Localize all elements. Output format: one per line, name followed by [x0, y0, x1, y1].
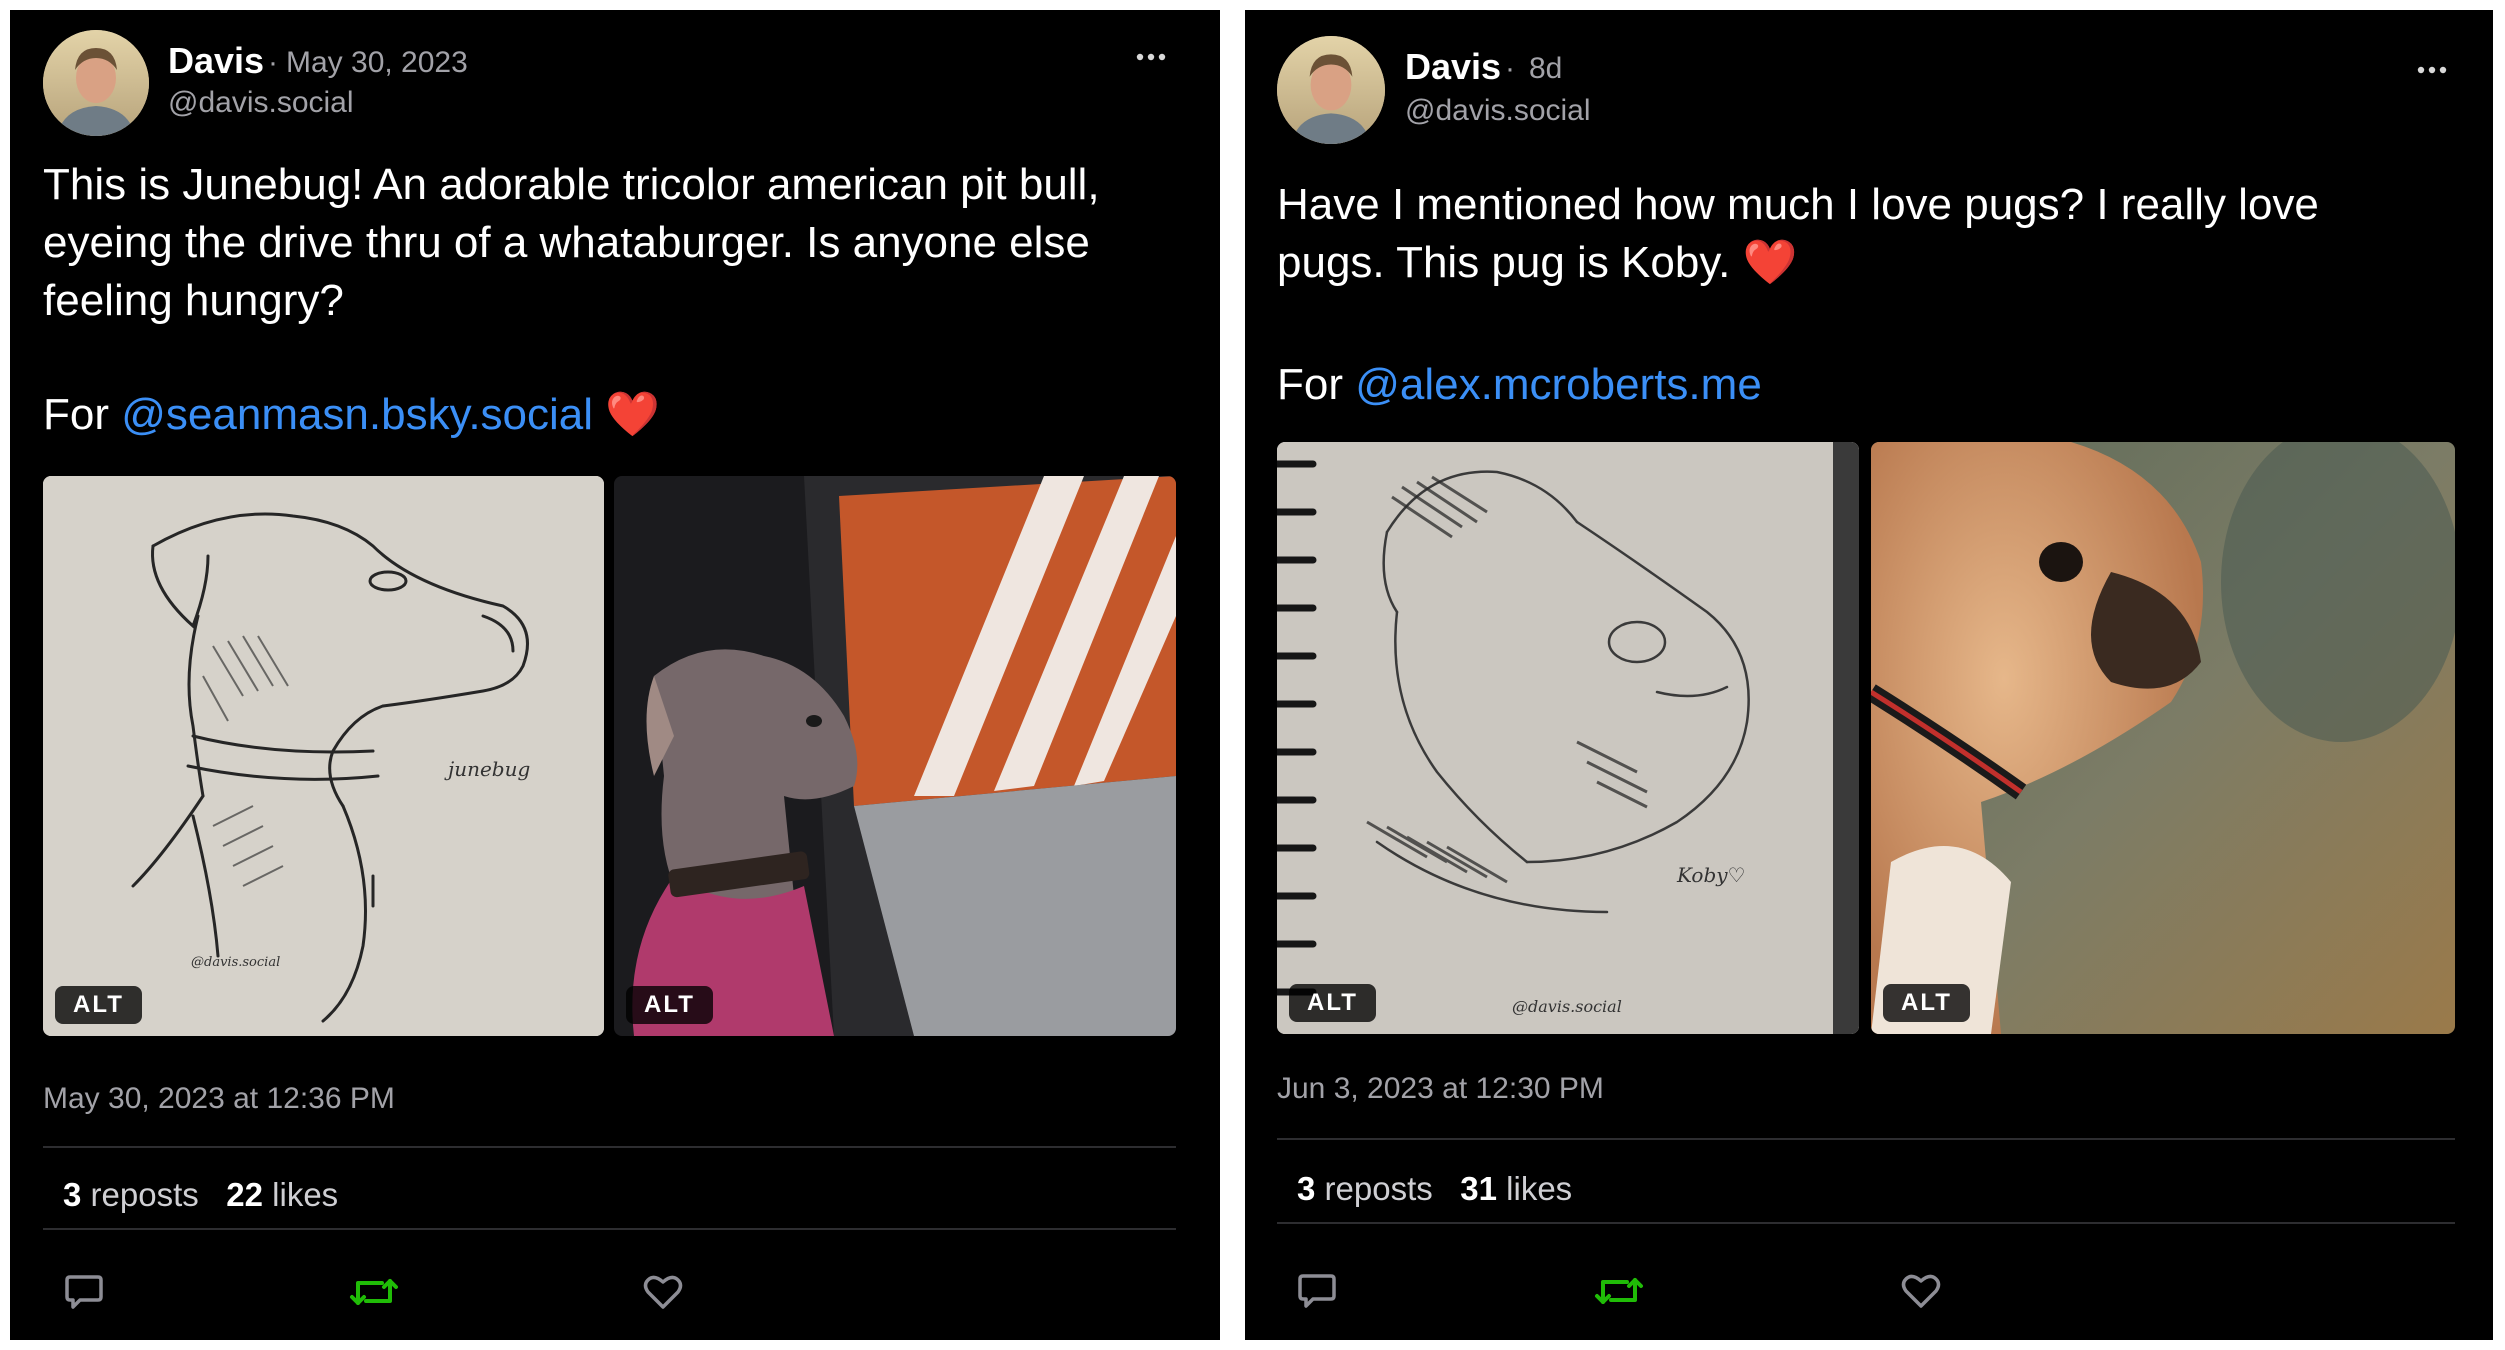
author-name[interactable]: Davis [168, 40, 264, 82]
divider [1277, 1222, 2455, 1224]
repost-button[interactable] [1593, 1272, 1645, 1310]
pitbull-sketch-drawing: junebug @davis.social [43, 476, 604, 1036]
reply-button[interactable] [1297, 1272, 1337, 1310]
pitbull-car-photo [614, 476, 1176, 1036]
sketch-caption: Koby♡ [1676, 863, 1745, 887]
divider [1277, 1138, 2455, 1140]
dedication-line: For @alex.mcroberts.me [1277, 356, 1762, 414]
sketch-caption: junebug [444, 757, 530, 781]
avatar-photo [1277, 36, 1385, 144]
post-text-line: This is Junebug! An adorable tricolor am… [43, 160, 1100, 209]
post-timestamp[interactable]: Jun 3, 2023 at 12:30 PM [1277, 1072, 1604, 1106]
author-handle[interactable]: @davis.social [1405, 94, 1591, 128]
repost-arrows-icon [350, 1279, 398, 1305]
reply-button[interactable] [64, 1273, 104, 1311]
sketch-signature: @davis.social [1512, 997, 1622, 1016]
post-date-short[interactable]: 8d [1529, 52, 1562, 86]
engagement-stats: 3 reposts 22 likes [63, 1176, 338, 1214]
reposts-label[interactable]: reposts [91, 1176, 199, 1213]
for-label: For [43, 390, 109, 439]
post-date-short[interactable]: May 30, 2023 [286, 46, 468, 80]
post-text-line: Have I mentioned how much I love pugs? I… [1277, 180, 2319, 229]
author-avatar[interactable] [1277, 36, 1385, 144]
name-separator: · [1505, 52, 1515, 85]
ellipsis-icon [2417, 66, 2447, 74]
post-text-line: pugs. This pug is Koby. [1277, 238, 1731, 287]
name-separator: · [268, 46, 278, 79]
like-button[interactable] [1900, 1272, 1942, 1310]
author-name[interactable]: Davis [1405, 46, 1501, 88]
more-options-button[interactable] [1136, 52, 1166, 62]
alt-badge[interactable]: ALT [1289, 984, 1376, 1022]
like-button[interactable] [642, 1273, 684, 1311]
heart-outline-icon [1901, 1274, 1941, 1308]
post-text-line: feeling hungry? [43, 276, 344, 325]
post-image-sketch[interactable]: Koby♡ @davis.social ALT [1277, 442, 1859, 1034]
post-card[interactable]: Davis · 8d @davis.social Have I mentione… [1245, 10, 2493, 1340]
mention-link[interactable]: @seanmasn.bsky.social [121, 390, 593, 439]
post-image-sketch[interactable]: junebug @davis.social ALT [43, 476, 604, 1036]
dedication-line: For @seanmasn.bsky.social ❤️ [43, 386, 660, 444]
mention-link[interactable]: @alex.mcroberts.me [1355, 360, 1762, 409]
reposts-count[interactable]: 3 [1297, 1170, 1315, 1207]
post-text: Have I mentioned how much I love pugs? I… [1277, 176, 2319, 292]
reposts-count[interactable]: 3 [63, 1176, 81, 1213]
reposts-label[interactable]: reposts [1325, 1170, 1433, 1207]
heart-emoji: ❤️ [605, 390, 661, 439]
engagement-stats: 3 reposts 31 likes [1297, 1170, 1572, 1208]
alt-badge[interactable]: ALT [1883, 984, 1970, 1022]
alt-badge[interactable]: ALT [626, 986, 713, 1024]
post-image-photo[interactable]: ALT [614, 476, 1176, 1036]
post-text: This is Junebug! An adorable tricolor am… [43, 156, 1100, 330]
heart-outline-icon [643, 1275, 683, 1309]
likes-label[interactable]: likes [272, 1176, 338, 1213]
pug-sketch-drawing: Koby♡ @davis.social [1277, 442, 1859, 1034]
author-avatar[interactable] [43, 30, 149, 136]
author-handle[interactable]: @davis.social [168, 86, 354, 120]
likes-count[interactable]: 22 [226, 1176, 263, 1213]
likes-count[interactable]: 31 [1460, 1170, 1497, 1207]
post-text-line: eyeing the drive thru of a whataburger. … [43, 218, 1090, 267]
more-options-button[interactable] [2417, 65, 2447, 75]
heart-emoji: ❤️ [1742, 238, 1798, 287]
ellipsis-icon [1136, 53, 1166, 61]
avatar-photo [43, 30, 149, 136]
alt-badge[interactable]: ALT [55, 986, 142, 1024]
sketch-signature: @davis.social [191, 955, 280, 970]
divider [43, 1228, 1176, 1230]
repost-button[interactable] [348, 1273, 400, 1311]
post-card[interactable]: Davis · May 30, 2023 @davis.social This … [10, 10, 1220, 1340]
divider [43, 1146, 1176, 1148]
post-text-line-with-emoji: pugs. This pug is Koby. ❤️ [1277, 234, 2319, 292]
likes-label[interactable]: likes [1506, 1170, 1572, 1207]
post-timestamp[interactable]: May 30, 2023 at 12:36 PM [43, 1082, 395, 1116]
post-image-photo[interactable]: ALT [1871, 442, 2455, 1034]
for-label: For [1277, 360, 1343, 409]
repost-arrows-icon [1595, 1278, 1643, 1304]
comment-bubble-icon [1298, 1274, 1336, 1308]
pug-photo [1871, 442, 2455, 1034]
comment-bubble-icon [65, 1275, 103, 1309]
